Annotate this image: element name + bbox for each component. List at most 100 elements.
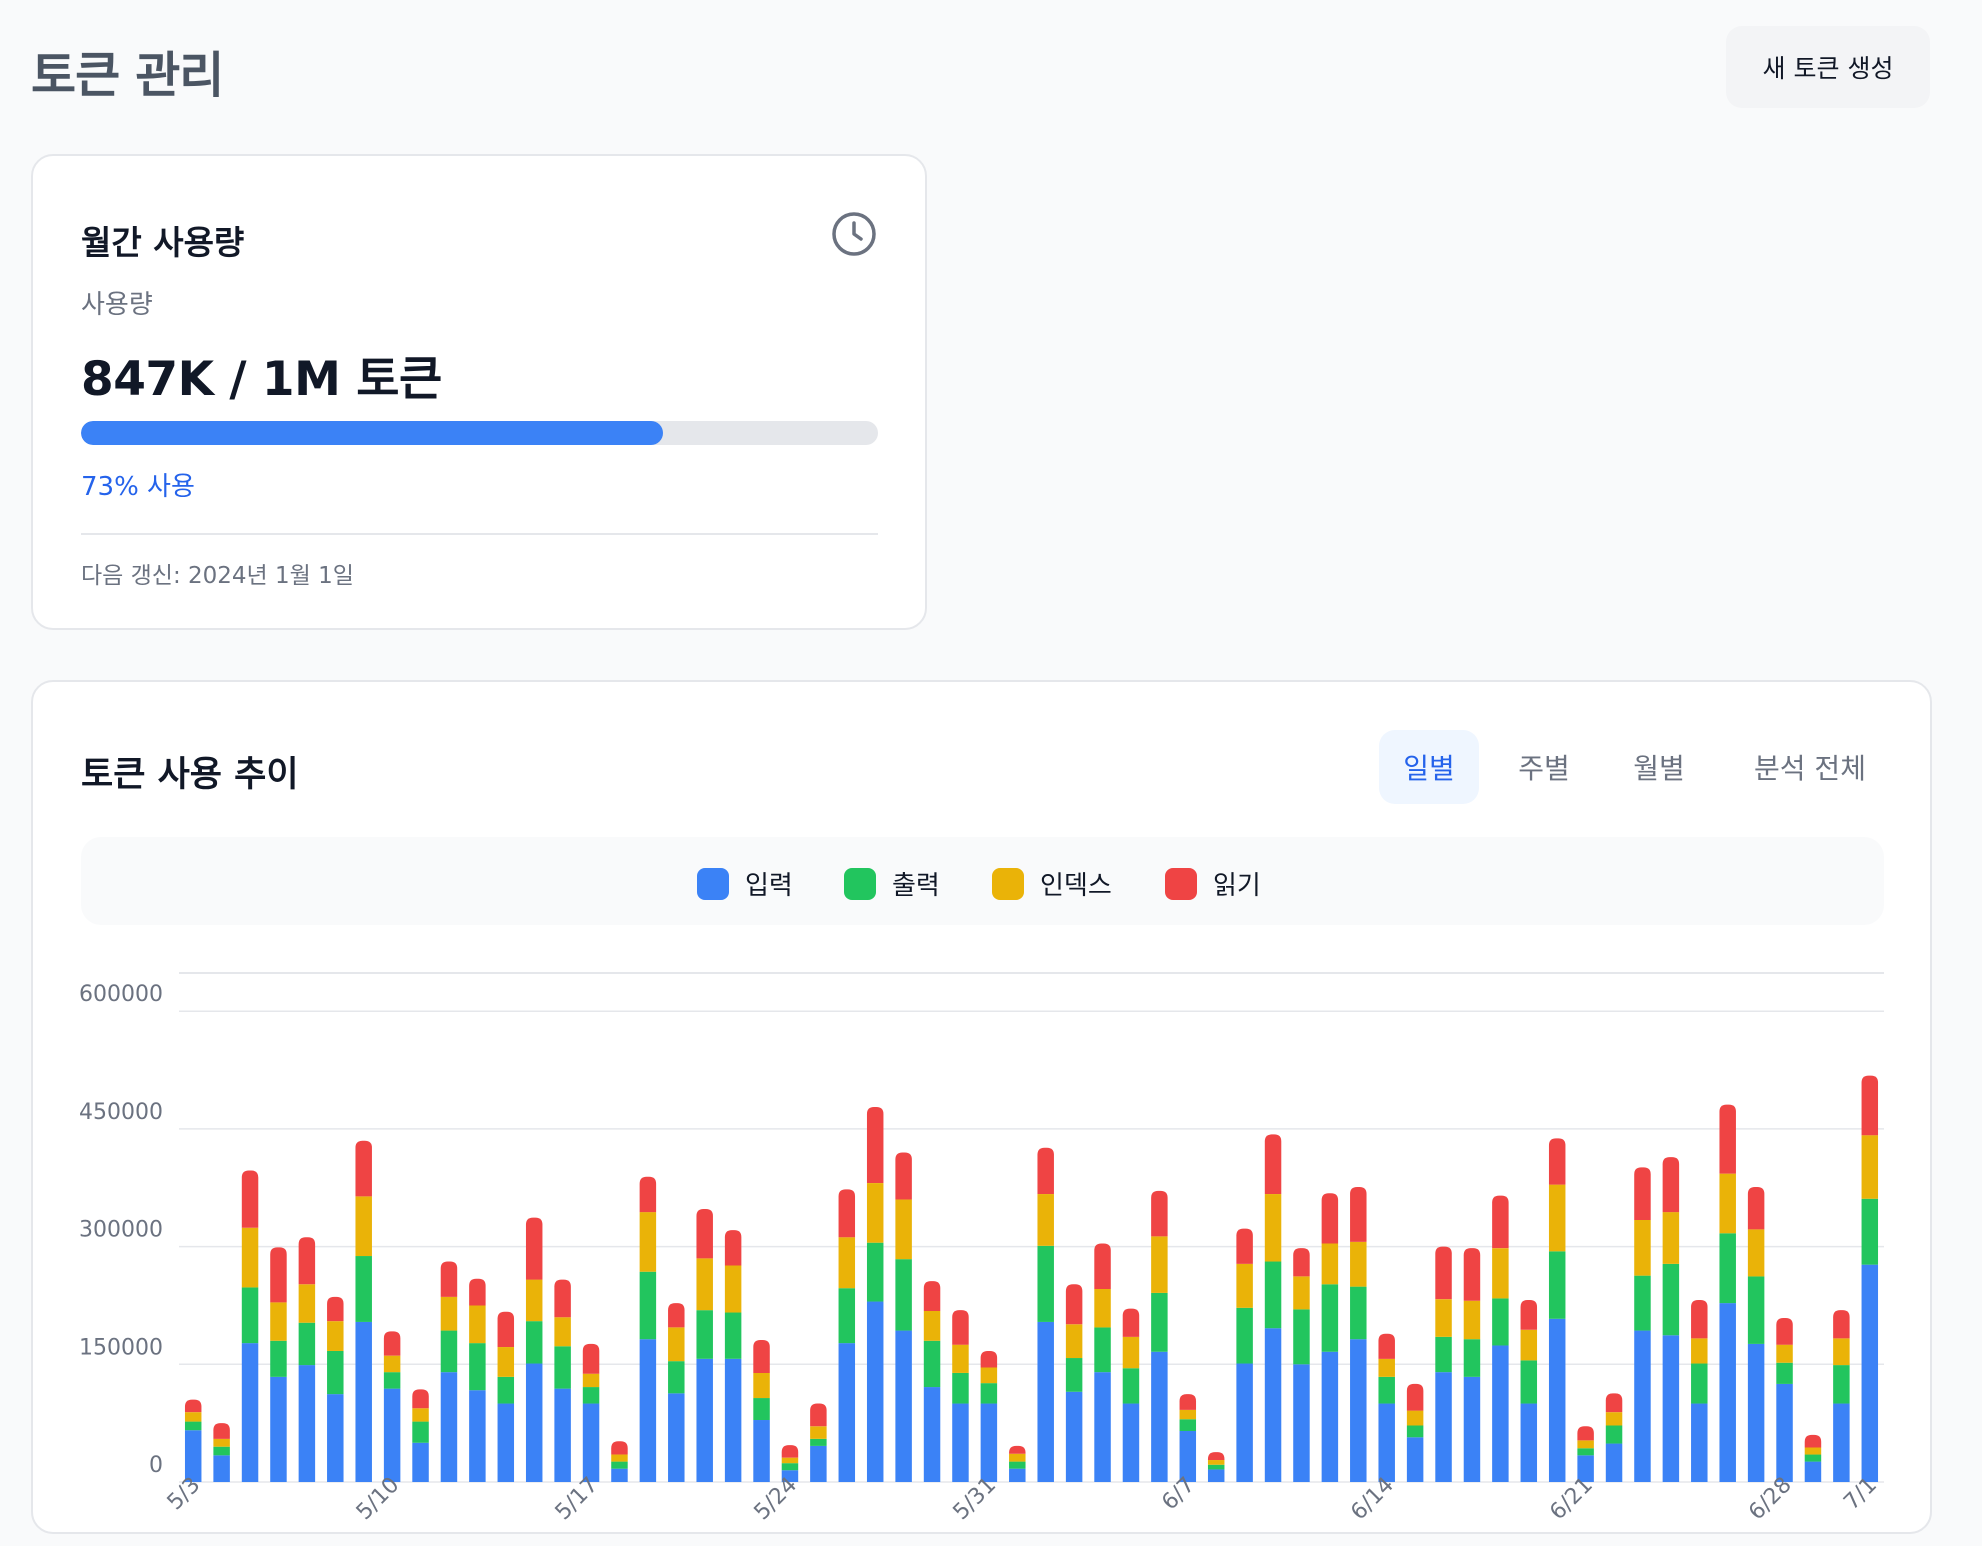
bar-segment-읽기 bbox=[753, 1339, 770, 1373]
bar-segment-출력 bbox=[469, 1343, 486, 1391]
bar-segment-인덱스 bbox=[440, 1296, 458, 1331]
bar-segment-출력 bbox=[1009, 1461, 1026, 1469]
bar-segment-읽기 bbox=[810, 1403, 827, 1427]
bar-segment-출력 bbox=[1577, 1448, 1594, 1456]
bar-segment-출력 bbox=[327, 1350, 344, 1395]
bar-segment-인덱스 bbox=[525, 1279, 543, 1322]
bar-segment-읽기 bbox=[1691, 1299, 1708, 1339]
new-token-button[interactable]: 새 토큰 생성 bbox=[1726, 26, 1930, 108]
bar-segment-입력 bbox=[668, 1393, 685, 1482]
bar-segment-읽기 bbox=[1605, 1393, 1623, 1413]
bar-segment-출력 bbox=[639, 1271, 657, 1340]
bar-segment-출력 bbox=[1662, 1263, 1680, 1336]
y-tick-label: 600000 bbox=[79, 982, 163, 1007]
bar-segment-입력 bbox=[1605, 1443, 1623, 1482]
bar-segment-입력 bbox=[724, 1358, 742, 1482]
bar-segment-읽기 bbox=[184, 1399, 202, 1413]
bar-segment-입력 bbox=[1691, 1403, 1708, 1482]
bar-segment-출력 bbox=[696, 1310, 713, 1359]
bar-segment-인덱스 bbox=[298, 1284, 316, 1323]
bar-segment-출력 bbox=[440, 1330, 458, 1373]
bar-segment-출력 bbox=[611, 1461, 628, 1469]
bar-segment-입력 bbox=[838, 1343, 856, 1482]
bar-segment-읽기 bbox=[298, 1237, 316, 1285]
bar-segment-인덱스 bbox=[1776, 1344, 1793, 1363]
bar-segment-읽기 bbox=[1293, 1248, 1310, 1277]
bar-segment-읽기 bbox=[327, 1296, 344, 1322]
bar-segment-입력 bbox=[1037, 1321, 1054, 1482]
y-tick-label: 300000 bbox=[79, 1218, 163, 1243]
bar-segment-출력 bbox=[1321, 1284, 1339, 1352]
bar-segment-입력 bbox=[1776, 1383, 1793, 1482]
bar-segment-읽기 bbox=[497, 1311, 515, 1348]
bar-segment-인덱스 bbox=[1207, 1460, 1225, 1465]
bar-segment-출력 bbox=[1463, 1339, 1481, 1377]
bar-segment-읽기 bbox=[1833, 1310, 1850, 1339]
token-trend-card: 토큰 사용 추이 일별 주별 월별 분석 전체 입력 출력 인덱스 읽기 0 15… bbox=[31, 680, 1932, 1534]
token-usage-chart: 01500003000004500006000005/3 5/10 5/17 5/24… bbox=[79, 972, 1884, 1525]
bar-segment-입력 bbox=[582, 1403, 600, 1482]
bar-segment-인덱스 bbox=[327, 1321, 344, 1351]
bar-segment-입력 bbox=[1122, 1403, 1140, 1482]
bar-segment-입력 bbox=[1435, 1372, 1452, 1482]
bar-segment-출력 bbox=[1406, 1425, 1424, 1438]
bar-segment-읽기 bbox=[469, 1278, 486, 1306]
usage-progress-fill bbox=[81, 421, 663, 445]
bar-segment-인덱스 bbox=[1179, 1409, 1197, 1420]
bar-segment-출력 bbox=[810, 1438, 827, 1446]
bar-segment-인덱스 bbox=[1065, 1324, 1083, 1359]
bar-segment-출력 bbox=[1350, 1286, 1367, 1340]
bar-segment-출력 bbox=[383, 1372, 401, 1389]
bar-segment-입력 bbox=[270, 1376, 287, 1482]
bar-segment-읽기 bbox=[554, 1279, 571, 1318]
bar-segment-읽기 bbox=[383, 1331, 401, 1356]
bar-segment-입력 bbox=[1009, 1468, 1026, 1482]
bar-segment-인덱스 bbox=[1406, 1410, 1424, 1426]
bar-segment-입력 bbox=[1520, 1403, 1538, 1482]
bar-segment-출력 bbox=[1747, 1276, 1765, 1344]
bar-segment-입력 bbox=[923, 1387, 941, 1482]
bar-segment-출력 bbox=[1435, 1336, 1452, 1373]
bar-segment-인덱스 bbox=[923, 1310, 941, 1341]
bar-segment-읽기 bbox=[696, 1208, 713, 1259]
bar-segment-인덱스 bbox=[668, 1327, 685, 1362]
bar-segment-읽기 bbox=[525, 1217, 543, 1280]
bar-segment-인덱스 bbox=[781, 1457, 799, 1464]
bar-segment-출력 bbox=[1236, 1307, 1253, 1364]
bar-segment-입력 bbox=[1492, 1345, 1509, 1482]
bar-segment-읽기 bbox=[1321, 1193, 1339, 1244]
bar-segment-출력 bbox=[724, 1312, 742, 1359]
bar-segment-읽기 bbox=[213, 1423, 230, 1439]
bar-segment-읽기 bbox=[241, 1170, 259, 1228]
bar-segment-읽기 bbox=[1236, 1228, 1253, 1264]
usage-value: 847K / 1M 토큰 bbox=[81, 352, 442, 407]
bar-segment-입력 bbox=[895, 1330, 912, 1482]
renewal-date: 다음 갱신: 2024년 1월 1일 bbox=[81, 563, 354, 589]
bar-segment-출력 bbox=[838, 1288, 856, 1344]
bar-segment-읽기 bbox=[412, 1389, 429, 1409]
bar-segment-입력 bbox=[952, 1403, 969, 1482]
bar-segment-입력 bbox=[1804, 1461, 1822, 1482]
bar-segment-인덱스 bbox=[810, 1426, 827, 1439]
bar-segment-인덱스 bbox=[582, 1373, 600, 1388]
bar-segment-출력 bbox=[1634, 1275, 1651, 1331]
bar-segment-입력 bbox=[639, 1339, 657, 1482]
bar-segment-입력 bbox=[1719, 1303, 1736, 1482]
bar-segment-입력 bbox=[1321, 1351, 1339, 1482]
bar-segment-입력 bbox=[1293, 1364, 1310, 1482]
bar-segment-출력 bbox=[1122, 1368, 1140, 1404]
bar-segment-읽기 bbox=[1804, 1434, 1822, 1448]
bar-segment-읽기 bbox=[1151, 1190, 1168, 1237]
clock-icon[interactable] bbox=[830, 210, 878, 258]
bar-segment-입력 bbox=[1065, 1391, 1083, 1482]
bar-segment-입력 bbox=[525, 1363, 543, 1482]
bar-segment-인덱스 bbox=[412, 1408, 429, 1422]
card-divider bbox=[81, 533, 878, 535]
bar-segment-읽기 bbox=[1548, 1138, 1566, 1185]
bar-segment-인덱스 bbox=[554, 1317, 571, 1347]
bar-segment-입력 bbox=[1463, 1376, 1481, 1482]
bar-segment-읽기 bbox=[1179, 1394, 1197, 1410]
bar-segment-읽기 bbox=[1776, 1318, 1793, 1345]
bar-segment-인덱스 bbox=[1009, 1453, 1026, 1462]
bar-segment-입력 bbox=[440, 1372, 458, 1482]
